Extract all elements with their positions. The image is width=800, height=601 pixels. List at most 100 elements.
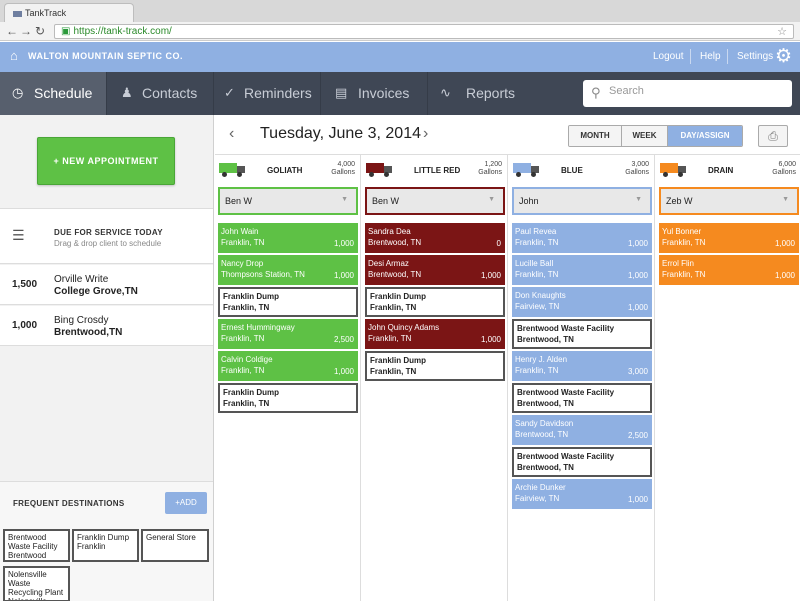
frequent-destinations-title: FREQUENT DESTINATIONS [13,499,125,508]
appointment-gallons: 1,000 [480,271,501,280]
list-icon: ☰ [12,227,25,243]
truck-icon [513,163,539,177]
add-destination-button[interactable]: +ADD [165,492,207,514]
due-client-item[interactable]: 1,000 Bing Crosdy Brentwood,TN [0,306,213,346]
appointment-location: Brentwood, TN [517,399,574,408]
destination-stop[interactable]: Franklin Dump Franklin, TN [365,351,505,381]
truck-capacity-value: 6,000 [778,161,796,168]
address-bar[interactable]: ▣ https://tank-track.com/ ☆ [54,24,794,39]
appointment-card[interactable]: Calvin Coldige Franklin, TN 1,000 [218,351,358,381]
address-url: https://tank-track.com/ [73,26,172,37]
appointment-card[interactable]: Errol Flin Franklin, TN 1,000 [659,255,799,285]
destination-card[interactable]: Franklin Dump Franklin [72,529,139,562]
due-client-item[interactable]: 1,500 Orville Write College Grove,TN [0,265,213,305]
destination-card[interactable]: Nolensville Waste Recycling Plant Nolens… [3,566,70,601]
prev-day-chevron-icon[interactable]: ‹ [229,125,234,143]
client-location: College Grove,TN [54,286,138,297]
appointment-card[interactable]: Yul Bonner Franklin, TN 1,000 [659,223,799,253]
appointment-name: Calvin Coldige [221,355,273,364]
appointment-name: Brentwood Waste Facility [517,452,615,461]
tab-reports[interactable]: ∿ Reports [428,72,535,115]
appointment-card[interactable]: Sandy Davidson Brentwood, TN 2,500 [512,415,652,445]
truck-name: BLUE [561,166,583,175]
print-icon[interactable]: ⎙ [758,125,788,147]
destination-card[interactable]: General Store [141,529,209,562]
tab-contacts[interactable]: ♟ Contacts [107,72,214,115]
appointment-card[interactable]: Ernest Hummingway Franklin, TN 2,500 [218,319,358,349]
reload-icon[interactable]: ↻ [35,24,45,38]
truck-column: DRAIN 6,000 Gallons Zeb W ▼ Yul Bonner Frankli… [656,155,800,601]
destination-stop[interactable]: Brentwood Waste Facility Brentwood, TN [512,383,652,413]
appointment-name: Paul Revea [515,227,557,236]
search-input[interactable] [609,85,779,97]
appointment-name: Henry J. Alden [515,355,568,364]
driver-select[interactable]: Zeb W ▼ [659,187,799,215]
due-for-service-header: ☰ DUE FOR SERVICE TODAY Drag & drop clie… [0,208,213,264]
frequent-destinations: FREQUENT DESTINATIONS +ADD Brentwood Was… [0,481,213,601]
driver-select[interactable]: Ben W ▼ [365,187,505,215]
appointment-name: Sandra Dea [368,227,411,236]
logout-link[interactable]: Logout [653,51,684,62]
appointment-name: Nancy Drop [221,259,264,268]
appointment-card[interactable]: Sandra Dea Brentwood, TN 0 [365,223,505,253]
chevron-down-icon: ▼ [341,196,348,203]
appointment-card[interactable]: Desi Armaz Brentwood, TN 1,000 [365,255,505,285]
tab-schedule[interactable]: ◷ Schedule [0,72,107,121]
appointment-gallons: 3,000 [627,367,648,376]
truck-capacity: 4,000 Gallons [331,161,355,177]
appointment-gallons: 1,000 [627,239,648,248]
truck-capacity-unit: Gallons [625,169,649,176]
home-icon[interactable]: ⌂ [10,48,18,63]
view-week-button[interactable]: WEEK [622,126,668,146]
new-appointment-button[interactable]: + NEW APPOINTMENT [37,137,175,185]
destination-stop[interactable]: Brentwood Waste Facility Brentwood, TN [512,319,652,349]
destination-stop[interactable]: Franklin Dump Franklin, TN [218,383,358,413]
appointment-card[interactable]: Nancy Drop Thompsons Station, TN 1,000 [218,255,358,285]
appointment-location: Franklin, TN [370,367,417,376]
back-arrow-icon[interactable]: ← [6,24,18,38]
appointment-card[interactable]: Archie Dunker Fairview, TN 1,000 [512,479,652,509]
appointment-card[interactable]: Lucille Ball Franklin, TN 1,000 [512,255,652,285]
truck-capacity-unit: Gallons [478,169,502,176]
company-name: WALTON MOUNTAIN SEPTIC CO. [28,51,183,61]
tab-invoices[interactable]: ▤ Invoices [321,72,428,115]
truck-capacity-value: 3,000 [631,161,649,168]
chart-icon: ∿ [440,85,451,100]
appointment-name: Franklin Dump [223,292,280,301]
tab-reminders[interactable]: ✓ Reminders [214,72,321,115]
appointment-card[interactable]: Don Knaughts Fairview, TN 1,000 [512,287,652,317]
view-month-button[interactable]: MONTH [569,126,622,146]
appointment-card[interactable]: John Wain Franklin, TN 1,000 [218,223,358,253]
settings-link[interactable]: Settings [737,51,773,62]
forward-arrow-icon[interactable]: → [20,24,32,38]
help-link[interactable]: Help [700,51,721,62]
next-day-chevron-icon[interactable]: › [423,125,428,143]
tab-label: Invoices [358,85,410,101]
client-gallons: 1,500 [12,279,38,290]
driver-select[interactable]: John ▼ [512,187,652,215]
appointment-gallons: 1,000 [627,495,648,504]
destination-stop[interactable]: Brentwood Waste Facility Brentwood, TN [512,447,652,477]
truck-column: GOLIATH 4,000 Gallons Ben W ▼ John Wain Frankl… [215,155,361,601]
destination-card[interactable]: Brentwood Waste Facility Brentwood [3,529,70,562]
driver-select[interactable]: Ben W ▼ [218,187,358,215]
appointment-name: Sandy Davidson [515,419,574,428]
appointment-name: Yul Bonner [662,227,702,236]
gear-icon[interactable]: ⚙ [775,45,792,68]
appointment-name: John Wain [221,227,259,236]
truck-capacity-value: 4,000 [337,161,355,168]
appointment-gallons: 1,000 [774,271,795,280]
search-box[interactable]: ⚲ [583,80,792,107]
view-day-assign-button[interactable]: DAY/ASSIGN [668,126,742,146]
due-title: DUE FOR SERVICE TODAY [54,228,163,237]
appointment-card[interactable]: Paul Revea Franklin, TN 1,000 [512,223,652,253]
bookmark-star-icon[interactable]: ☆ [777,25,787,38]
appointment-card[interactable]: John Quincy Adams Franklin, TN 1,000 [365,319,505,349]
destination-stop[interactable]: Franklin Dump Franklin, TN [365,287,505,317]
browser-tab[interactable]: TankTrack [4,3,134,22]
truck-name: GOLIATH [267,166,303,175]
truck-header: LITTLE RED 1,200 Gallons [362,155,508,185]
appointment-card[interactable]: Henry J. Alden Franklin, TN 3,000 [512,351,652,381]
destination-stop[interactable]: Franklin Dump Franklin, TN [218,287,358,317]
driver-name: Zeb W [666,196,693,206]
